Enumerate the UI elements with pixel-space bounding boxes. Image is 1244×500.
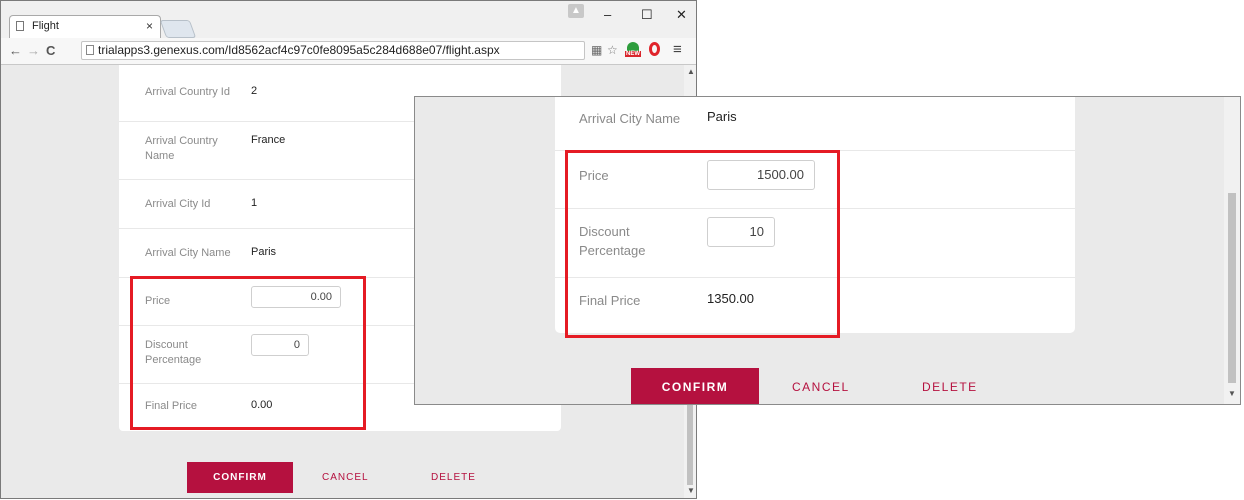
navigation-bar: ← → C trialapps3.genexus.com/Id8562acf4c… xyxy=(1,38,696,65)
menu-icon[interactable]: ≡ xyxy=(673,41,682,58)
page-icon xyxy=(16,21,24,31)
back-button[interactable]: ← xyxy=(9,43,22,58)
browser-tab[interactable]: Flight × xyxy=(9,15,161,38)
reload-button[interactable]: C xyxy=(46,43,55,58)
field-label: Arrival Country Id xyxy=(145,86,230,98)
form-row: Arrival City Name Paris xyxy=(555,97,1075,151)
field-value: 2 xyxy=(251,85,258,97)
field-value: 1 xyxy=(251,197,258,209)
field-label: Arrival City Id xyxy=(145,198,211,210)
scroll-down-icon[interactable]: ▼ xyxy=(1228,389,1236,398)
title-bar: Flight × ▲ – ☐ ✕ xyxy=(1,1,696,38)
highlight-box xyxy=(130,276,366,430)
opera-icon[interactable] xyxy=(649,42,660,56)
field-value: Paris xyxy=(251,246,277,258)
maximize-button[interactable]: ☐ xyxy=(641,7,653,23)
user-icon[interactable]: ▲ xyxy=(568,4,584,18)
confirm-button[interactable]: CONFIRM xyxy=(187,462,293,493)
tab-title: Flight xyxy=(32,20,59,32)
scroll-up-icon[interactable]: ▲ xyxy=(687,67,695,76)
confirm-button[interactable]: CONFIRM xyxy=(631,368,759,404)
scrollbar[interactable]: ▼ xyxy=(1224,97,1240,404)
close-tab-icon[interactable]: × xyxy=(146,19,153,33)
field-value: Paris xyxy=(707,109,737,124)
forward-button[interactable]: → xyxy=(27,43,40,58)
field-label: Arrival Country Name xyxy=(145,135,218,162)
field-label: Arrival City Name xyxy=(145,247,231,259)
address-bar[interactable]: trialapps3.genexus.com/Id8562acf4c97c0fe… xyxy=(81,41,585,60)
new-tab-button[interactable] xyxy=(159,20,197,38)
url-text: trialapps3.genexus.com/Id8562acf4c97c0fe… xyxy=(98,43,500,57)
close-window-button[interactable]: ✕ xyxy=(676,7,687,23)
translate-icon[interactable]: ▦ xyxy=(591,43,602,57)
delete-button[interactable]: DELETE xyxy=(431,462,476,493)
field-label: Arrival City Name xyxy=(579,111,681,126)
zoomed-view: Arrival City Name Paris Price 1500.00 Di… xyxy=(414,96,1241,405)
highlight-box xyxy=(565,150,840,338)
extension-icon[interactable]: NEW xyxy=(625,42,641,58)
scrollbar-thumb[interactable] xyxy=(687,395,693,485)
cancel-button[interactable]: CANCEL xyxy=(322,462,369,493)
scrollbar-thumb[interactable] xyxy=(1228,193,1236,383)
page-icon xyxy=(86,45,94,55)
minimize-button[interactable]: – xyxy=(604,7,611,22)
delete-button[interactable]: DELETE xyxy=(922,368,978,404)
cancel-button[interactable]: CANCEL xyxy=(792,368,850,404)
field-value: France xyxy=(251,134,286,146)
bookmark-star-icon[interactable]: ☆ xyxy=(607,43,618,57)
scroll-down-icon[interactable]: ▼ xyxy=(687,486,695,495)
